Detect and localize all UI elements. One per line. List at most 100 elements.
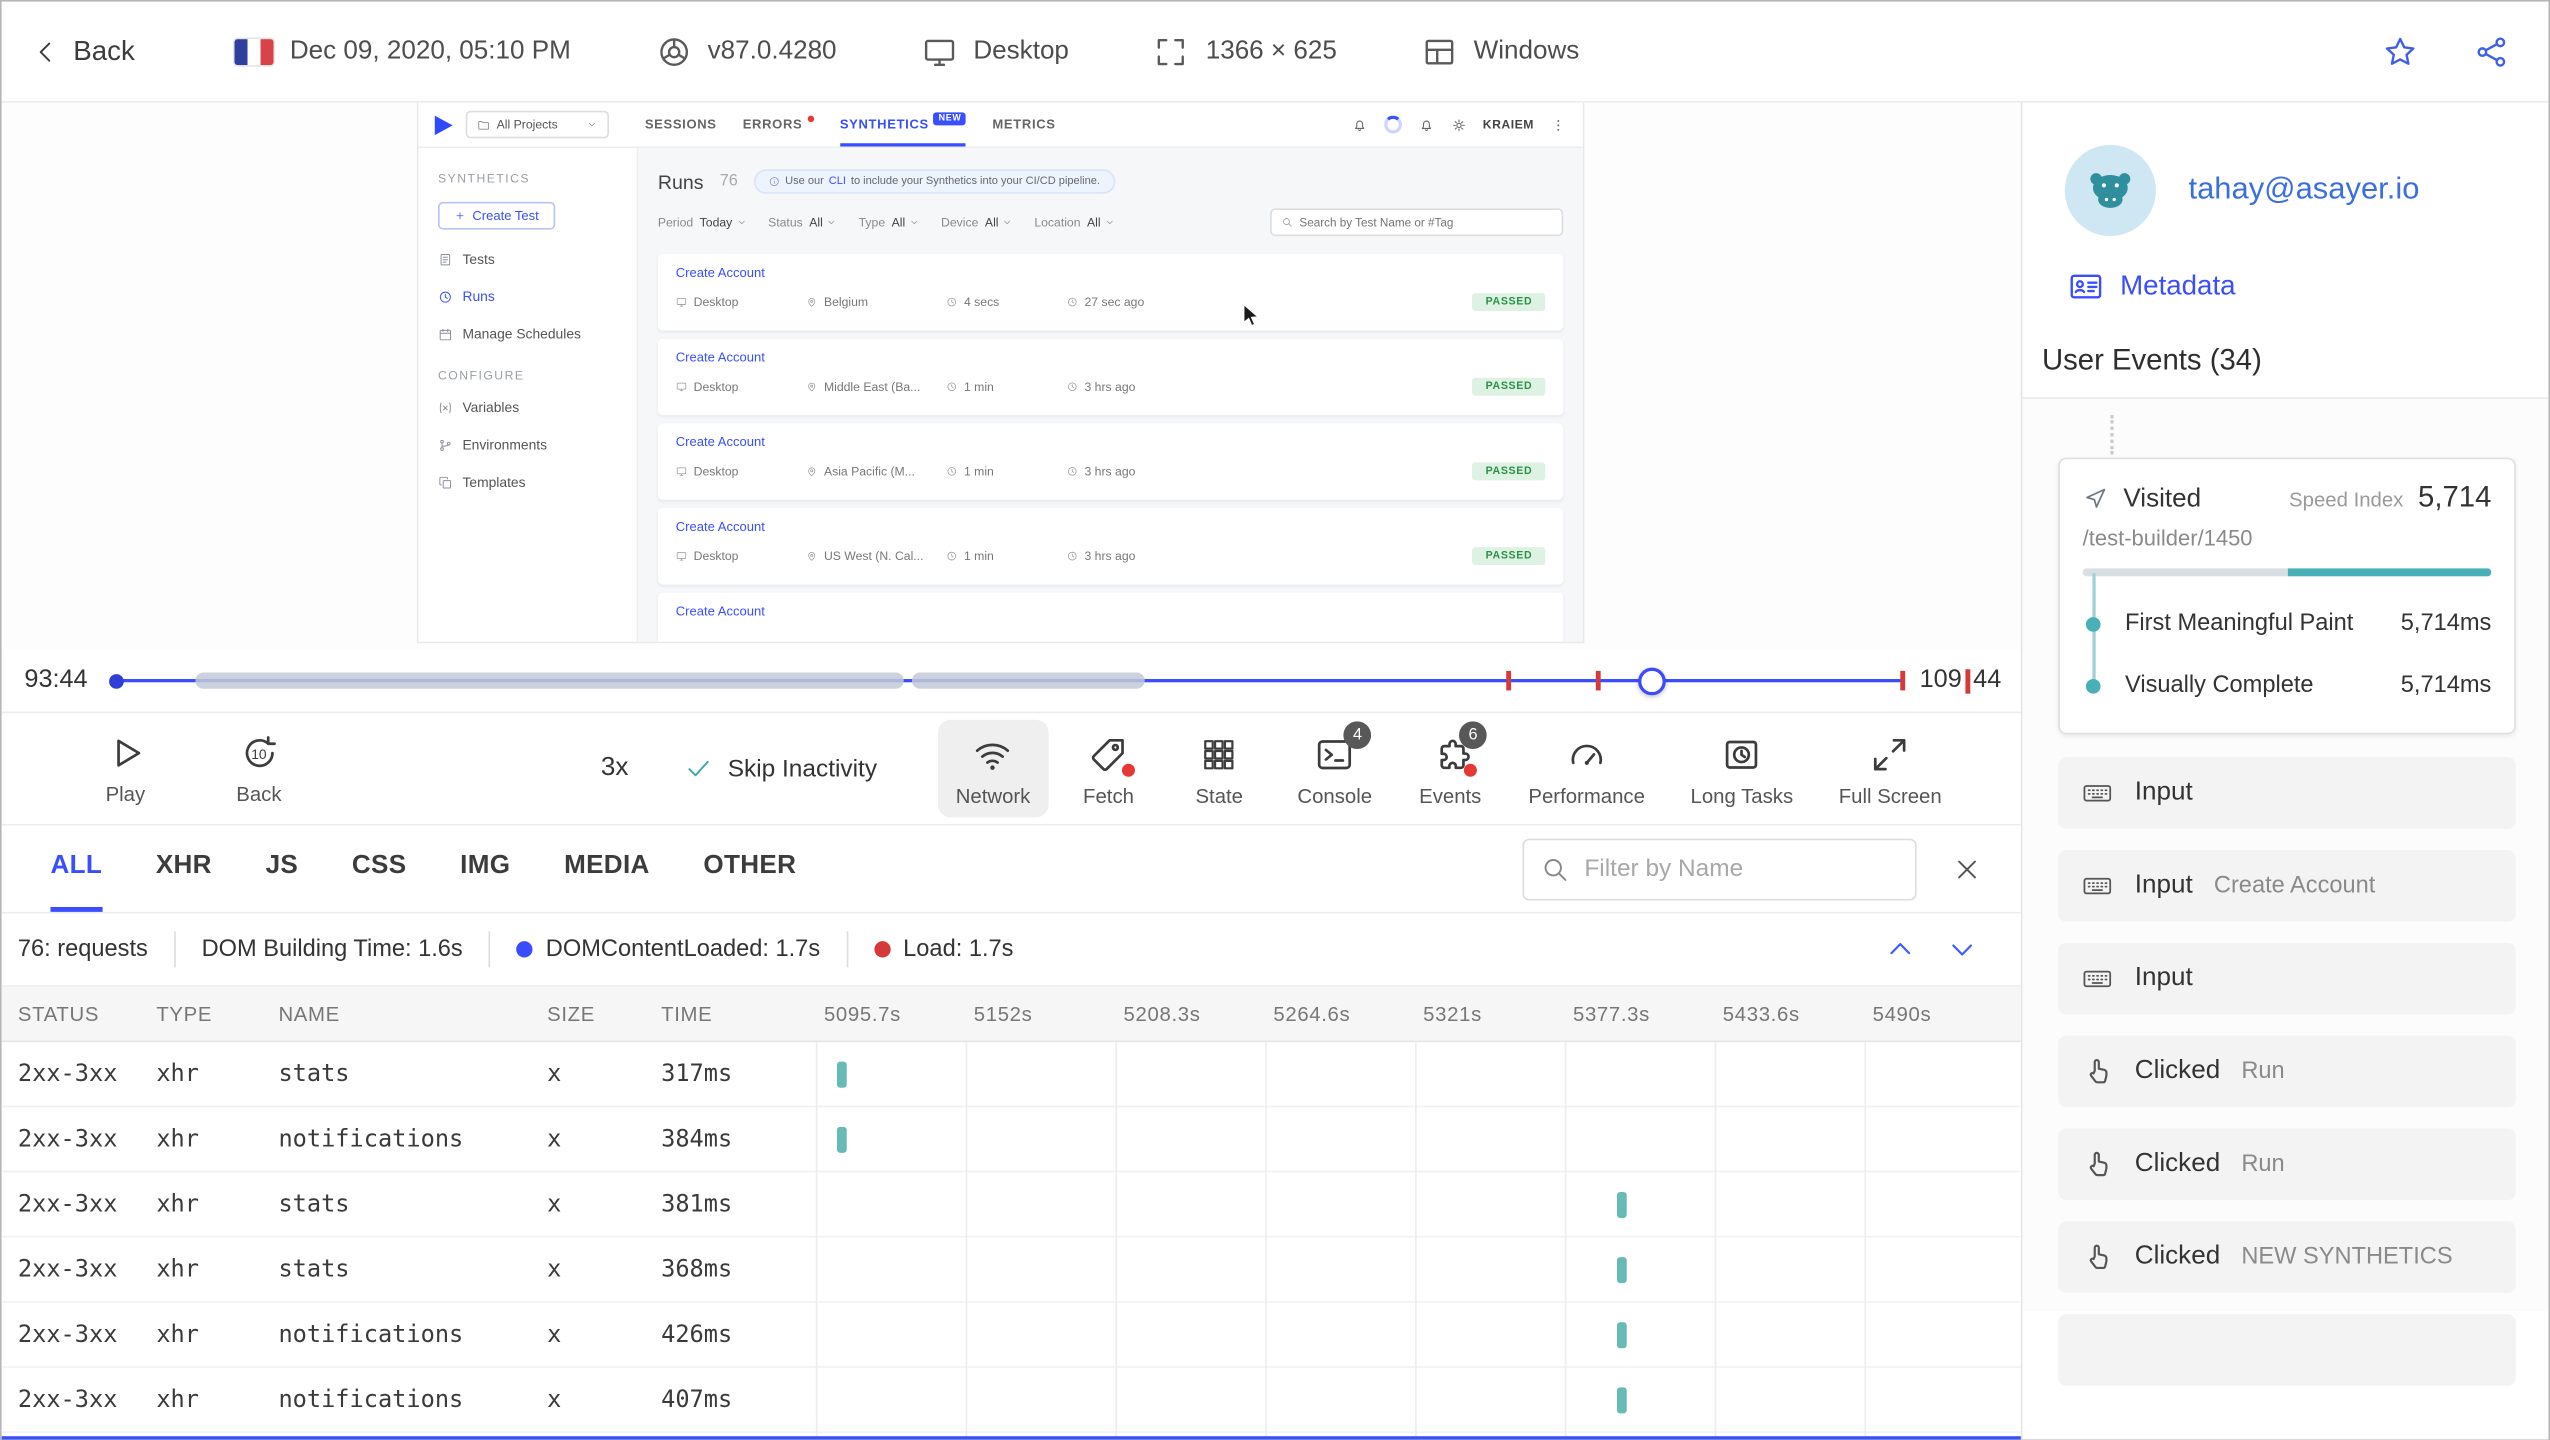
app-filter-period[interactable]: Period Today <box>658 215 747 230</box>
request-type: xhr <box>156 1060 199 1087</box>
user-event-input[interactable]: Input <box>2058 942 2516 1015</box>
panel-button-long-tasks[interactable]: Long Tasks <box>1673 720 1811 818</box>
user-event-input[interactable]: Input <box>2058 757 2516 829</box>
network-filter-input[interactable] <box>1584 854 1899 883</box>
total-time-sec: 44 <box>1973 665 2002 694</box>
metadata-button[interactable]: Metadata <box>2022 236 2548 304</box>
panel-button-performance[interactable]: Performance <box>1510 720 1662 818</box>
notifications-bell-icon[interactable] <box>1418 116 1434 132</box>
app-filter-type[interactable]: Type All <box>859 215 920 230</box>
run-name-link[interactable]: Create Account <box>676 265 1546 280</box>
network-request-row[interactable]: 2xx-3xx xhr stats x 381ms <box>1 1172 2021 1238</box>
play-button[interactable]: Play <box>73 732 177 805</box>
request-time: 381ms <box>661 1191 733 1218</box>
panel-button-events[interactable]: 6 Events <box>1400 720 1501 818</box>
create-test-button[interactable]: Create Test <box>438 201 556 230</box>
speed-control[interactable]: 3x <box>601 754 629 783</box>
visited-event-card[interactable]: Visited Speed Index 5,714 /test-builder/… <box>2058 457 2516 735</box>
app-filter-device[interactable]: Device All <box>941 215 1013 230</box>
app-tab-metrics[interactable]: METRICS <box>992 103 1055 147</box>
app-filter-status[interactable]: Status All <box>768 215 837 230</box>
run-card[interactable]: Create Account Desktop Asia Pacific (M... 1… <box>657 423 1564 500</box>
user-event-click[interactable]: Clicked NEW SYNTHETICS <box>2058 1221 2516 1293</box>
back-10-button[interactable]: 10 Back <box>207 732 311 805</box>
filters-host: Period Today Status All Type All Device All Loca… <box>658 215 1115 230</box>
close-panel-icon[interactable] <box>1952 854 1981 883</box>
kebab-menu-icon[interactable] <box>1550 116 1566 132</box>
run-name-link[interactable]: Create Account <box>676 350 1546 365</box>
request-status: 2xx-3xx <box>17 1126 118 1153</box>
skip-inactivity-toggle[interactable]: Skip Inactivity <box>684 754 883 783</box>
app-filter-location[interactable]: Location All <box>1034 215 1115 230</box>
network-tab-media[interactable]: MEDIA <box>564 826 650 912</box>
user-email[interactable]: tahay@asayer.io <box>2189 173 2420 209</box>
browser-version: v87.0.4280 <box>656 33 837 69</box>
request-waterfall <box>816 1303 2021 1367</box>
user-event-partial[interactable] <box>2058 1314 2516 1386</box>
panel-button-fetch[interactable]: Fetch <box>1058 720 1159 818</box>
user-event-input[interactable]: Input Create Account <box>2058 849 2516 922</box>
network-request-row[interactable]: 2xx-3xx xhr stats x 368ms <box>1 1238 2021 1303</box>
announcements-bell-icon[interactable] <box>1351 116 1367 132</box>
network-request-row[interactable]: 2xx-3xx xhr notifications x 426ms <box>1 1303 2021 1368</box>
run-name-link[interactable]: Create Account <box>676 435 1546 450</box>
time-axis-label: 5490s <box>1872 1002 1932 1026</box>
app-tab-label: SYNTHETICS <box>839 117 929 132</box>
pin-icon <box>806 296 817 307</box>
network-tab-xhr[interactable]: XHR <box>156 826 212 912</box>
app-sidebar-item-templates[interactable]: Templates <box>438 474 617 490</box>
run-name-link[interactable]: Create Account <box>676 604 1546 619</box>
cli-link[interactable]: CLI <box>829 176 846 187</box>
panel-button-console[interactable]: 4 Console <box>1279 720 1390 818</box>
settings-gear-icon[interactable] <box>1450 116 1466 132</box>
app-sidebar-item-manage-schedules[interactable]: Manage Schedules <box>438 326 617 342</box>
timeline-start-dot <box>109 673 124 688</box>
project-selector[interactable]: All Projects <box>465 110 610 139</box>
network-tab-all[interactable]: ALL <box>50 826 103 912</box>
network-tab-img[interactable]: IMG <box>460 826 510 912</box>
request-timing-bar <box>1617 1256 1627 1283</box>
count-badge: 4 <box>1343 721 1372 750</box>
network-filter-box[interactable] <box>1522 837 1917 900</box>
filter-label: Period <box>657 214 694 230</box>
timeline-track[interactable] <box>109 650 1905 712</box>
app-tab-errors[interactable]: ERRORS <box>743 103 814 147</box>
panel-button-full-screen[interactable]: Full Screen <box>1821 720 1960 818</box>
timeline-seek-knob[interactable] <box>1638 666 1667 695</box>
user-event-click[interactable]: Clicked Run <box>2058 1128 2516 1201</box>
jump-prev-icon[interactable] <box>1884 933 1917 966</box>
environments-icon <box>438 437 453 452</box>
run-when-text: 3 hrs ago <box>1084 548 1136 564</box>
user-menu[interactable]: KRAIEM <box>1483 117 1534 132</box>
app-sidebar-item-tests[interactable]: Tests <box>438 251 617 267</box>
user-event-click[interactable]: Clicked Run <box>2058 1035 2516 1108</box>
app-tab-sessions[interactable]: SESSIONS <box>645 103 717 147</box>
test-search-box[interactable] <box>1270 208 1564 237</box>
network-tab-other[interactable]: OTHER <box>703 826 796 912</box>
run-name-link[interactable]: Create Account <box>676 519 1546 534</box>
app-tab-synthetics[interactable]: SYNTHETICS NEW <box>840 103 967 147</box>
network-request-row[interactable]: 2xx-3xx xhr notifications x 384ms <box>1 1107 2021 1173</box>
app-sidebar-item-variables[interactable]: Variables <box>438 399 617 415</box>
panel-button-state[interactable]: State <box>1169 720 1270 818</box>
app-sidebar-item-environments[interactable]: Environments <box>438 436 617 453</box>
run-card[interactable]: Create Account Desktop US West (N. Cal... 1… <box>657 508 1564 585</box>
app-sidebar-item-runs[interactable]: Runs <box>438 288 617 305</box>
test-search-input[interactable] <box>1299 214 1552 230</box>
network-request-row[interactable]: 2xx-3xx xhr stats x 317ms <box>1 1042 2021 1108</box>
share-icon[interactable] <box>2473 33 2509 69</box>
run-card[interactable]: Create Account Desktop Middle East (Ba... 1… <box>657 338 1564 416</box>
panel-button-network[interactable]: Network <box>937 719 1049 818</box>
favorite-star-icon[interactable] <box>2382 33 2418 69</box>
jump-next-icon[interactable] <box>1946 933 1979 966</box>
clock-icon <box>1067 381 1078 392</box>
monitor-icon <box>676 466 687 477</box>
count-badge: 6 <box>1459 721 1487 750</box>
search-icon <box>1540 854 1569 883</box>
run-card[interactable]: Create Account <box>657 592 1564 642</box>
network-tab-js[interactable]: JS <box>266 826 299 912</box>
run-card[interactable]: Create Account Desktop Belgium 4 secs 27 sec… <box>657 254 1564 331</box>
network-request-row[interactable]: 2xx-3xx xhr notifications x 407ms <box>1 1368 2021 1433</box>
network-tab-css[interactable]: CSS <box>352 826 407 912</box>
back-button[interactable]: Back <box>31 35 235 68</box>
